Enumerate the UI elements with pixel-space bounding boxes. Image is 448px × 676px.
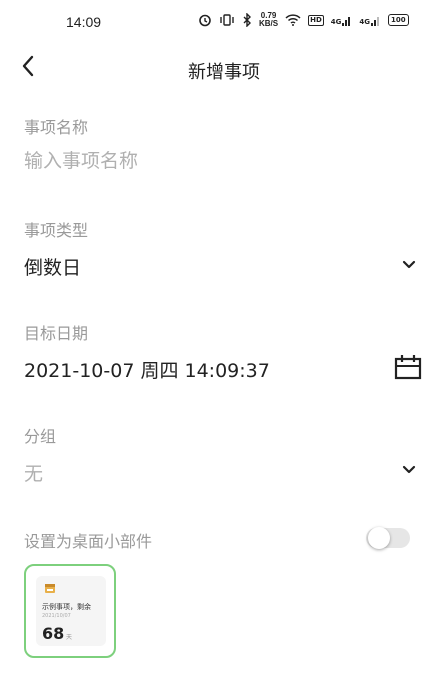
- widget-toggle[interactable]: [366, 527, 410, 549]
- vibrate-icon: [220, 14, 234, 26]
- status-time: 14:09: [66, 14, 102, 30]
- event-type-label: 事项类型: [24, 221, 89, 240]
- signal-icon: [371, 16, 380, 26]
- chevron-down-icon: [402, 260, 416, 269]
- target-date-label: 目标日期: [24, 324, 89, 343]
- widget-days: 68: [42, 624, 65, 643]
- battery-indicator: 100: [388, 14, 409, 26]
- widget-title: 示例事项，剩余: [42, 603, 91, 611]
- group-value: 无: [24, 463, 44, 485]
- page-title: 新增事项: [188, 62, 260, 83]
- signal-icon: [342, 16, 351, 26]
- signal-2: 4G: [359, 15, 381, 26]
- target-date-value: 2021-10-07 周四 14:09:37: [24, 360, 270, 382]
- signal-1: 4G: [331, 15, 353, 26]
- calendar-icon: [394, 355, 422, 380]
- widget-toggle-label: 设置为桌面小部件: [24, 532, 153, 551]
- widget-preview-card[interactable]: 示例事项，剩余 2021/10/07 68 天: [24, 564, 116, 658]
- bluetooth-icon: [243, 13, 251, 27]
- network-speed: 0.79 KB/S: [259, 12, 278, 28]
- chevron-down-icon: [402, 465, 416, 474]
- target-date-picker[interactable]: 2021-10-07 周四 14:09:37: [0, 348, 448, 388]
- speed-unit: KB/S: [259, 19, 279, 28]
- status-icons: 0.79 KB/S HD 4G 4G 100: [198, 12, 409, 28]
- wifi-icon: [285, 14, 301, 26]
- toggle-knob: [368, 527, 390, 549]
- alarm-icon: [199, 14, 211, 27]
- widget-unit: 天: [66, 634, 73, 641]
- widget-date: 2021/10/07: [42, 613, 71, 619]
- event-name-label: 事项名称: [24, 118, 89, 137]
- hd-badge: HD: [308, 14, 324, 26]
- event-type-value: 倒数日: [24, 257, 82, 279]
- group-select[interactable]: 无: [0, 451, 448, 491]
- event-name-input[interactable]: [24, 146, 324, 176]
- signal-2-label: 4G: [359, 17, 371, 26]
- event-type-select[interactable]: 倒数日: [0, 244, 448, 284]
- signal-1-label: 4G: [330, 17, 342, 26]
- widget-preview-inner: 示例事项，剩余 2021/10/07 68 天: [36, 576, 106, 646]
- event-icon: [45, 584, 55, 593]
- group-label: 分组: [24, 427, 57, 446]
